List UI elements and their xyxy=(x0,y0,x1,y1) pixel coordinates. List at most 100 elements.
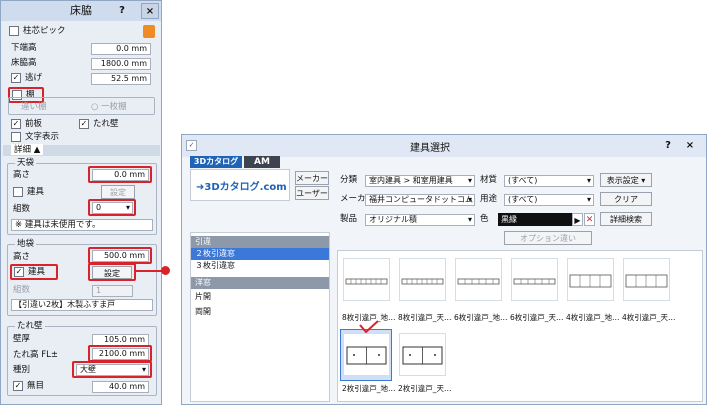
shelf-option-staggered[interactable]: 違い棚 xyxy=(21,101,47,113)
wall-height-input[interactable]: 2100.0 mm xyxy=(92,348,149,360)
iro-value[interactable]: 黒縁 xyxy=(498,213,572,226)
lower-height-input[interactable]: 500.0 mm xyxy=(92,250,149,262)
thumbnail-caption: 4枚引違戸_天… xyxy=(622,313,676,322)
fitting-select-dialog: ✓ 建具選択 ? × 3Dカタログ AM ➜3Dカタログ.com メーカー ユー… xyxy=(181,134,707,405)
upper-height-input[interactable]: 0.0 mm xyxy=(92,169,149,181)
escape-checkbox[interactable]: ✓ xyxy=(11,73,21,83)
lower-count-select[interactable]: 1 xyxy=(92,285,133,297)
dialog-title: 建具選択 xyxy=(410,143,450,154)
upper-count-select[interactable]: 0 ▾ xyxy=(92,202,133,214)
thumbnail-4panel-upper[interactable] xyxy=(623,258,670,301)
lock-icon[interactable] xyxy=(143,25,155,38)
category-item[interactable]: ３枚引違窓 xyxy=(191,260,329,272)
catalog-logo: ➜3Dカタログ.com xyxy=(196,182,287,193)
escape-input[interactable]: 52.5 mm xyxy=(91,73,151,85)
thumbnail-caption: 6枚引違戸_地… xyxy=(454,313,508,322)
text-display-checkbox[interactable] xyxy=(11,132,21,142)
option-button[interactable]: オプション違い xyxy=(504,231,592,245)
maker-button[interactable]: メーカー xyxy=(295,171,329,185)
front-board-checkbox[interactable]: ✓ xyxy=(11,119,21,129)
lower-bag-title: 地袋 xyxy=(15,238,37,250)
thumbnail-caption: 2枚引違戸_天… xyxy=(398,384,452,393)
app-icon: ✓ xyxy=(186,140,197,151)
thumbnail-caption: 6枚引違戸_天… xyxy=(510,313,564,322)
bunrui-select[interactable]: 室内建具 > 和室用建具 ▾ xyxy=(365,175,475,187)
upper-note: ※ 建具は未使用です。 xyxy=(15,220,101,230)
floor-offset-input[interactable]: 0.0 mm xyxy=(91,43,151,55)
upper-fitting-checkbox[interactable] xyxy=(13,187,23,197)
category-item[interactable]: 片開 xyxy=(191,291,329,303)
seihin-label: 製品 xyxy=(340,214,358,224)
category-item-selected[interactable]: ２枚引違窓 xyxy=(191,248,329,260)
thumbnail-4panel-ground[interactable] xyxy=(567,258,614,301)
iro-arrow-icon[interactable]: ▶ xyxy=(572,213,583,226)
upper-setting-button[interactable]: 設定 xyxy=(101,185,135,199)
category-header[interactable]: 引違 xyxy=(191,236,329,248)
clear-button[interactable]: クリア xyxy=(600,192,652,206)
mu-label: 無目 xyxy=(27,381,45,391)
category-item[interactable]: 両開 xyxy=(191,306,329,318)
detail-search-button[interactable]: 詳細検索 xyxy=(600,212,652,226)
zaishitsu-select[interactable]: (すべて) ▾ xyxy=(504,175,594,187)
wall-type-label: 種別 xyxy=(13,365,31,375)
escape-label: 逃げ xyxy=(25,73,43,83)
thumbnail-2panel-upper[interactable] xyxy=(399,333,446,376)
floor-height-input[interactable]: 1800.0 mm xyxy=(91,58,151,70)
maker-select[interactable]: 福井コンピュータドットコム ▾ xyxy=(365,194,475,206)
tab-am[interactable]: AM xyxy=(244,156,280,168)
thumbnail-caption: 4枚引違戸_地… xyxy=(566,313,620,322)
thumbnail-2panel-ground[interactable] xyxy=(343,333,390,376)
hanging-wall-title: たれ壁 xyxy=(15,320,45,332)
thumbnail-8panel-upper[interactable] xyxy=(399,258,446,301)
text-display-label: 文字表示 xyxy=(25,132,60,142)
mu-input[interactable]: 40.0 mm xyxy=(92,381,149,393)
youto-label: 用途 xyxy=(480,194,498,204)
upper-fitting-label: 建具 xyxy=(27,187,45,197)
pillar-pick-label: 柱芯ピック xyxy=(23,26,66,36)
detail-toggle[interactable]: 詳細 ▲ xyxy=(11,144,44,155)
close-button[interactable]: × xyxy=(141,3,159,19)
dialog-close-button[interactable]: × xyxy=(682,138,698,154)
user-button[interactable]: ユーザー xyxy=(295,186,329,200)
lower-fitting-checkbox[interactable]: ✓ xyxy=(14,267,24,277)
check-mark-icon xyxy=(359,320,379,334)
seihin-select[interactable]: オリジナル積 ▾ xyxy=(365,214,475,226)
thumbnail-6panel-ground[interactable] xyxy=(455,258,502,301)
connector-tail xyxy=(165,270,167,271)
thumbnail-8panel-ground[interactable] xyxy=(343,258,390,301)
display-setting-button[interactable]: 表示設定 ▾ xyxy=(600,173,652,187)
pillar-pick-checkbox[interactable] xyxy=(9,26,19,36)
hanging-wall-label: たれ壁 xyxy=(93,119,119,129)
floor-offset-label: 下端高 xyxy=(11,43,37,53)
iro-label: 色 xyxy=(480,214,489,224)
help-button[interactable]: ? xyxy=(114,3,130,19)
wall-thickness-label: 壁厚 xyxy=(13,334,31,344)
dialog-help-button[interactable]: ? xyxy=(660,138,676,154)
upper-count-label: 組数 xyxy=(13,204,31,214)
category-header[interactable]: 洋窓 xyxy=(191,277,329,289)
tab-3d-catalog[interactable]: 3Dカタログ xyxy=(190,156,242,168)
upper-bag-title: 天袋 xyxy=(15,157,37,169)
bunrui-label: 分類 xyxy=(340,175,358,185)
youto-select[interactable]: (すべて) ▾ xyxy=(504,194,594,206)
lower-height-label: 高さ xyxy=(13,252,31,262)
panel-title: 床脇 xyxy=(70,4,92,17)
iro-clear-icon[interactable]: ✕ xyxy=(584,213,595,226)
lower-count-label: 組数 xyxy=(13,285,31,295)
upper-height-label: 高さ xyxy=(13,170,31,180)
thumbnail-caption: 8枚引違戸_天… xyxy=(398,313,452,322)
wall-type-select[interactable]: 大壁 ▾ xyxy=(76,364,149,376)
shelf-option-single[interactable]: ○ 一枚棚 xyxy=(91,101,127,113)
lower-setting-button[interactable]: 設定 xyxy=(92,266,132,279)
panel-title-bar: 床脇 xyxy=(1,1,161,21)
front-board-label: 前板 xyxy=(25,119,43,129)
hanging-wall-checkbox[interactable]: ✓ xyxy=(79,119,89,129)
mu-checkbox[interactable]: ✓ xyxy=(13,381,23,391)
floor-side-panel: 床脇 ? × 柱芯ピック 下端高 0.0 mm 床脇高 1800.0 mm ✓ … xyxy=(0,0,162,405)
floor-height-label: 床脇高 xyxy=(11,58,37,68)
zaishitsu-label: 材質 xyxy=(480,175,498,185)
lower-info: 【引違い2枚】木製ふすま戸 xyxy=(14,300,116,309)
thumbnail-6panel-upper[interactable] xyxy=(511,258,558,301)
lower-fitting-label: 建具 xyxy=(28,267,46,277)
thumbnail-caption: 2枚引違戸_地… xyxy=(342,384,396,393)
